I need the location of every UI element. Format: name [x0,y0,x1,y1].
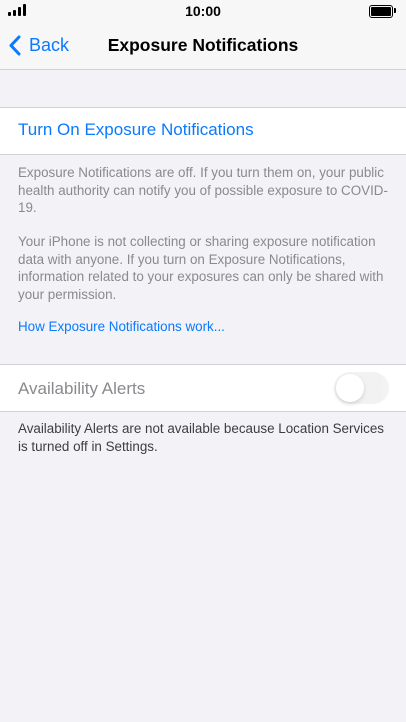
availability-alerts-label: Availability Alerts [18,379,146,398]
navigation-bar: Back Exposure Notifications [0,22,406,70]
how-it-works-link[interactable]: How Exposure Notifications work... [18,319,225,334]
status-time: 10:00 [185,3,221,19]
privacy-description: Your iPhone is not collecting or sharing… [18,234,384,302]
availability-alerts-toggle[interactable] [334,372,389,404]
chevron-left-icon [9,35,21,56]
toggle-knob [336,374,364,402]
back-button[interactable]: Back [8,22,69,69]
availability-alerts-row: Availability Alerts [0,364,406,412]
battery-full-icon [369,5,396,18]
status-bar: 10:00 [0,0,406,22]
exposure-off-description: Exposure Notifications are off. If you t… [18,165,388,215]
turn-on-exposure-notifications-button[interactable]: Turn On Exposure Notifications [18,120,254,140]
availability-alerts-description: Availability Alerts are not available be… [18,421,384,454]
turn-on-group: Turn On Exposure Notifications [0,107,406,155]
back-label: Back [29,35,70,55]
